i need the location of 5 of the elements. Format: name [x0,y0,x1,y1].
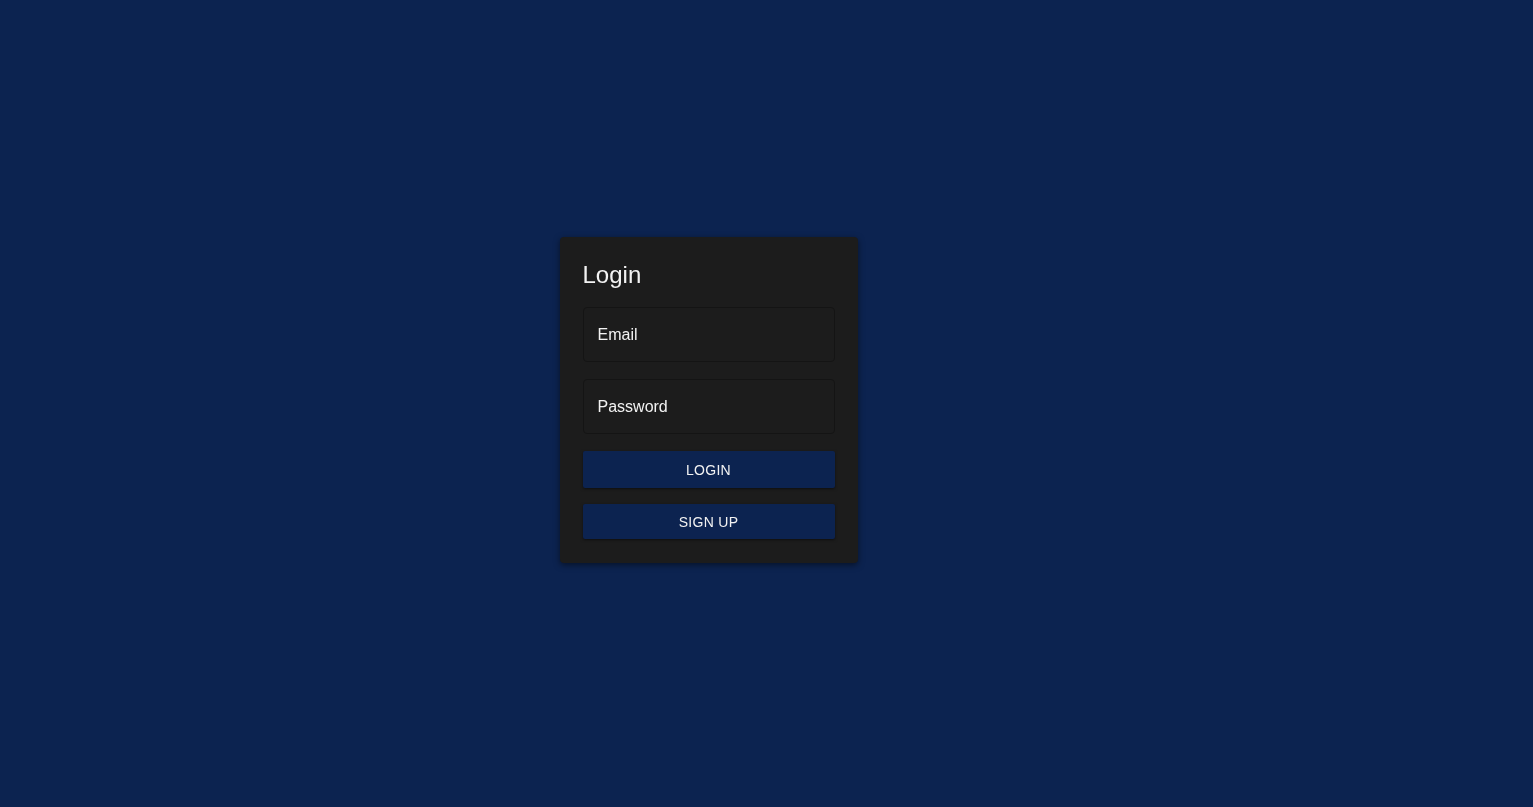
login-title: Login [582,260,643,290]
email-field[interactable]: Email [582,307,835,362]
password-field[interactable]: Password [582,379,835,434]
sign-up-button[interactable]: SIGN UP [582,504,835,539]
login-button[interactable]: LOGIN [582,451,835,488]
